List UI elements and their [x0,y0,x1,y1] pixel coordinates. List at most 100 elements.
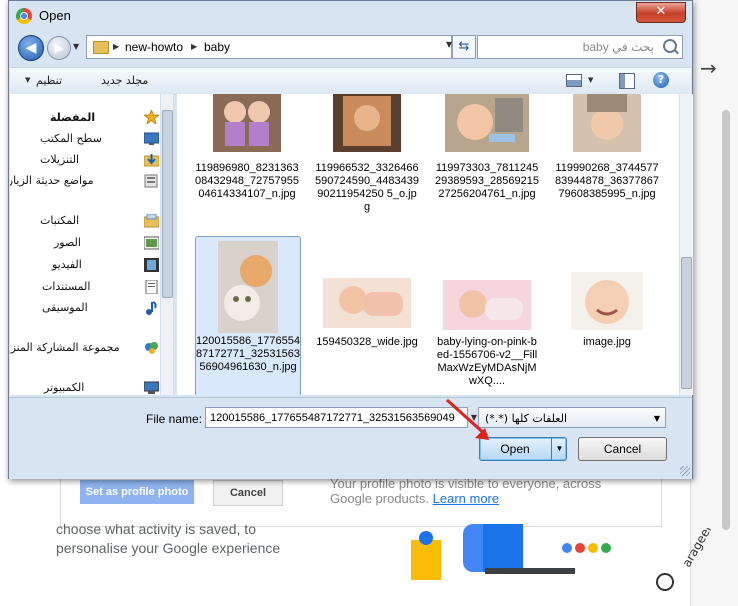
page-scrollbar[interactable] [722,110,730,530]
nav-label: المكتبات [40,214,80,227]
file-item[interactable]: 119973303_781124529389593_28569215272562… [435,94,539,242]
search-input[interactable]: بحث في baby [477,35,683,59]
file-item[interactable]: 119990268_374457783944878_36377867796083… [555,94,659,242]
nav-label: التنزيلات [40,153,80,166]
file-item[interactable]: image.jpg [555,236,659,395]
nav-label: المستندات [42,280,91,293]
twin-babies-thumbnail [213,94,281,152]
open-file-dialog: Open ✕ ◀ ▶ ▼ ▶ new-howto ▶ baby ▼ ⇆ بحث … [8,0,693,479]
file-list-scroll-thumb[interactable] [681,257,692,389]
homegroup-icon [145,342,158,354]
file-name: baby-lying-on-pink-bed-1556706-v2__FillM… [436,336,538,387]
back-arrow-icon[interactable]: ◀ [18,35,44,61]
file-item[interactable]: baby-lying-on-pink-bed-1556706-v2__FillM… [435,236,539,395]
set-profile-photo-button[interactable]: Set as profile photo [80,480,194,504]
learn-more-link[interactable]: Learn more [433,491,499,506]
nav-item-pictures[interactable]: الصور [10,233,160,255]
file-name-input[interactable]: 120015586_177655487172771_32531563569049 [205,407,468,428]
nav-item-homegroup[interactable]: مجموعة المشاركة المنزلية [10,338,160,360]
new-folder-button[interactable]: مجلد جديد [101,74,148,87]
baby-lying-thumbnail [323,278,411,328]
nav-item-recent-places[interactable]: مواضع حديثة الزيارة [10,171,160,193]
background-cancel-button[interactable]: Cancel [213,480,283,506]
nav-item-libraries[interactable]: المكتبات [10,211,160,233]
nav-label: مجموعة المشاركة المنزلية [10,341,120,354]
file-item[interactable]: 159450328_wide.jpg [315,236,419,395]
file-name: 119990268_374457783944878_36377867796083… [555,162,660,200]
music-icon [146,301,157,315]
breadcrumb-separator-icon[interactable]: ▶ [191,42,197,51]
nav-item-music[interactable]: الموسيقى [10,298,160,320]
search-icon[interactable] [663,39,677,53]
nav-label: سطح المكتب [40,132,102,145]
file-item-selected[interactable]: 120015586_177655487172771_32531563569049… [195,236,301,395]
nav-item-videos[interactable]: الفيديو [10,255,160,277]
breadcrumb-baby[interactable]: baby [204,40,230,54]
breadcrumb-new-howto[interactable]: new-howto [125,40,183,54]
forward-arrow-icon[interactable]: → [700,56,717,80]
file-name: image.jpg [583,336,631,348]
downloads-icon [144,154,159,167]
file-name: 159450328_wide.jpg [316,336,418,348]
kittens-thumbnail [218,241,278,333]
browser-side-panel [690,0,738,606]
cancel-button[interactable]: Cancel [578,437,667,461]
nav-item-downloads[interactable]: التنزيلات [10,150,160,172]
nav-label: الصور [54,236,81,249]
baby-with-cat-thumbnail [445,94,529,152]
file-name-label: File name: [146,412,203,426]
smiling-baby-thumbnail [571,272,643,330]
svg-text:arageek: arageek [679,528,715,570]
breadcrumb-separator-icon[interactable]: ▶ [113,42,119,51]
address-bar[interactable]: ▶ new-howto ▶ baby [86,35,452,59]
resize-grip[interactable] [680,466,690,476]
file-item[interactable]: 119896980_823136308432948_72757955046143… [195,94,299,242]
search-placeholder: بحث في baby [582,40,654,54]
command-toolbar: ▼ تنظيم مجلد جديد ▼ ? [10,67,691,95]
file-name: 120015586_177655487172771_32531563569049… [196,335,301,373]
nav-label: المفضلة [50,111,96,124]
forward-arrow-icon[interactable]: ▶ [47,36,71,60]
libraries-icon [144,214,159,228]
nav-item-favorites[interactable]: المفضلة [10,108,160,130]
history-dropdown-icon[interactable]: ▼ [73,42,79,51]
file-list: 119896980_823136308432948_72757955046143… [177,94,679,395]
file-type-dropdown-icon: ▼ [653,414,660,423]
open-options-dropdown-icon[interactable]: ▼ [551,438,567,460]
navigation-bar: ◀ ▶ ▼ ▶ new-howto ▶ baby ▼ ⇆ بحث في baby [9,33,692,63]
chrome-icon [16,8,32,24]
nav-item-documents[interactable]: المستندات [10,277,160,299]
red-pointer-arrow-icon [445,398,489,440]
close-button[interactable]: ✕ [636,2,686,23]
file-name: 119973303_781124529389593_28569215272562… [435,162,540,200]
file-item[interactable]: 119966532_3326466590724590_4483439902119… [315,94,419,242]
dialog-footer: File name: 120015586_177655487172771_325… [9,397,692,479]
videos-icon [144,258,159,272]
title-bar: Open ✕ [9,1,692,31]
preview-pane-icon[interactable] [619,73,635,89]
documents-icon [145,280,158,294]
file-name: 119966532_3326466590724590_4483439902119… [315,162,420,213]
help-icon[interactable]: ? [653,72,669,88]
arageek-logo-icon: arageek [656,528,715,591]
computer-icon [144,381,159,394]
change-view-icon[interactable] [566,74,582,87]
nav-label: الفيديو [52,258,82,271]
activity-description: choose what activity is saved, to persona… [56,521,281,556]
nav-item-computer[interactable]: الكمبيوتر [10,378,160,395]
desktop-icon [144,132,159,145]
baby-with-hand-thumbnail [333,94,401,152]
star-icon [144,110,159,124]
organize-dropdown-icon[interactable]: ▼ [25,76,30,84]
nav-label: الموسيقى [42,301,88,314]
organize-button[interactable]: تنظيم [36,74,62,87]
pictures-icon [144,236,159,250]
google-illustration-icon [411,524,611,580]
file-type-select[interactable]: العلفات كلها (*.*) ▼ [478,407,666,428]
nav-item-desktop[interactable]: سطح المكتب [10,129,160,151]
refresh-icon[interactable]: ⇆ [452,35,476,59]
dialog-title: Open [39,8,71,23]
baby-with-cat-thumbnail [573,94,641,152]
nav-scroll-thumb[interactable] [162,110,173,298]
view-dropdown-icon[interactable]: ▼ [588,76,593,84]
